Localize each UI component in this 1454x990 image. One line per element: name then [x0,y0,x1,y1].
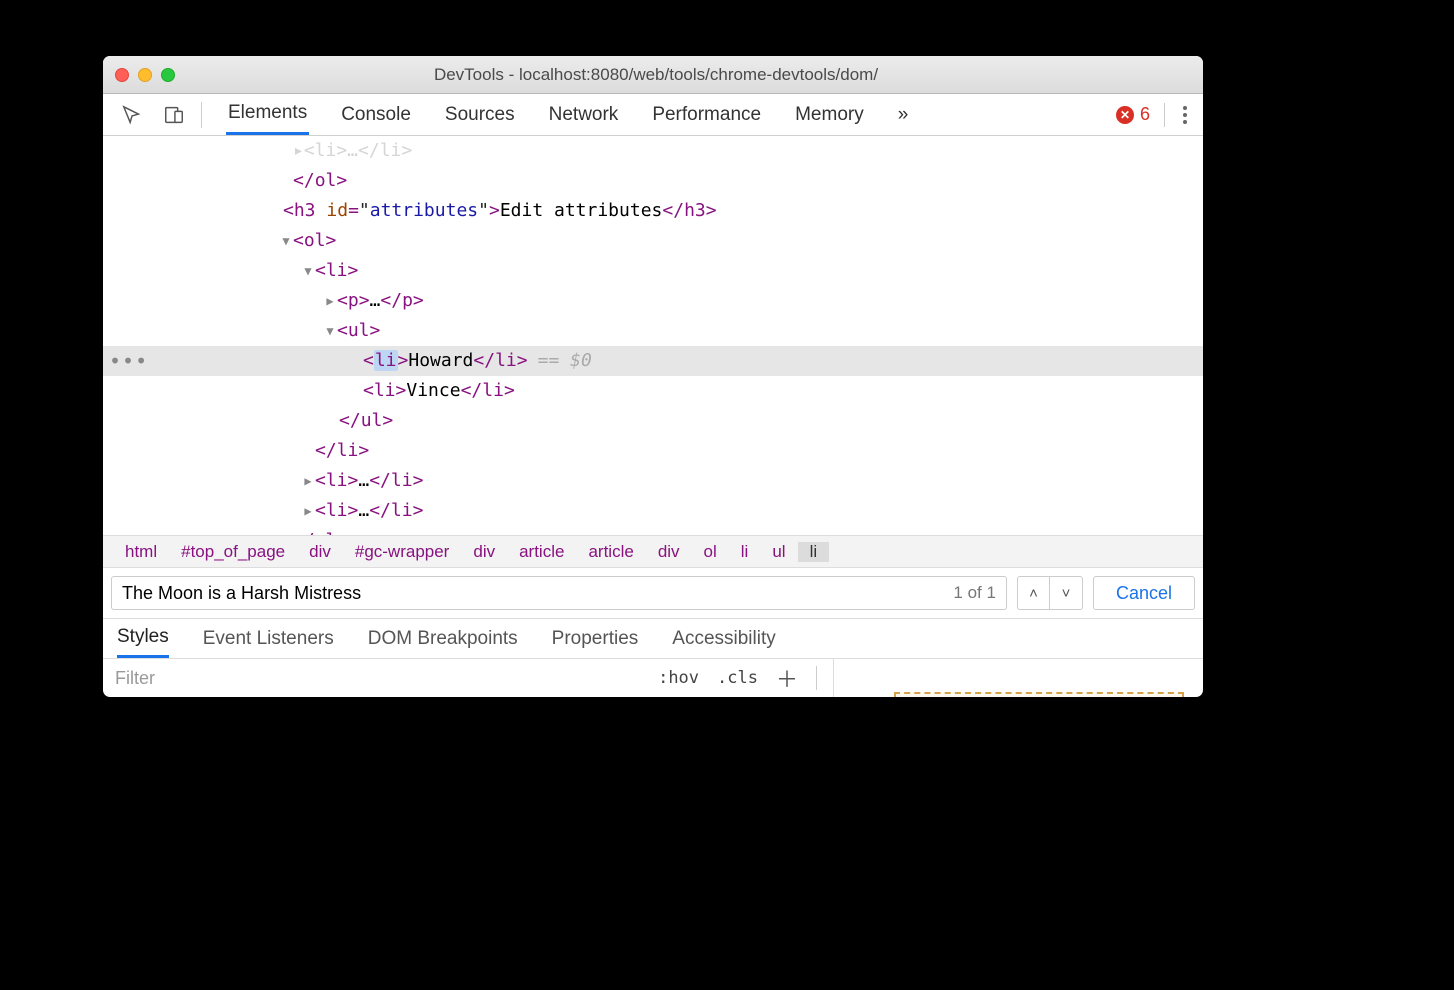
breadcrumb-item[interactable]: article [576,542,645,562]
search-box: 1 of 1 [111,576,1007,610]
new-style-rule-button[interactable]: ＋ [776,662,798,694]
breadcrumb-item[interactable]: ul [760,542,797,562]
subtab-properties[interactable]: Properties [552,619,639,658]
search-cancel-button[interactable]: Cancel [1093,576,1195,610]
search-result-count: 1 of 1 [943,583,1006,603]
tab-performance[interactable]: Performance [650,94,763,135]
tab-memory[interactable]: Memory [793,94,866,135]
tab-overflow[interactable]: » [896,94,911,135]
subtab-accessibility[interactable]: Accessibility [672,619,775,658]
disclosure-triangle-icon[interactable]: ▶ [301,466,315,496]
styles-subtabs: Styles Event Listeners DOM Breakpoints P… [103,619,1203,659]
devtools-window: DevTools - localhost:8080/web/tools/chro… [103,56,1203,697]
subtab-dom-breakpoints[interactable]: DOM Breakpoints [368,619,518,658]
tree-row[interactable]: </ol> [103,166,1203,196]
tree-row[interactable]: <h3 id="attributes">Edit attributes</h3> [103,196,1203,226]
error-icon: ✕ [1116,106,1134,124]
tab-sources[interactable]: Sources [443,94,517,135]
toolbar-divider [201,102,202,128]
tree-row[interactable]: <li>Vince</li> [103,376,1203,406]
breadcrumb-item[interactable]: html [113,542,169,562]
breadcrumb-bar: html #top_of_page div #gc-wrapper div ar… [103,536,1203,568]
tree-row[interactable]: ▸<li>…</li> [103,136,1203,166]
box-model-pane [833,659,1203,697]
tree-row[interactable]: ▼<ol> [103,226,1203,256]
minimize-window-button[interactable] [138,68,152,82]
error-count-value: 6 [1140,104,1150,125]
search-next-button[interactable]: ˅ [1050,577,1082,609]
devtools-toolbar: Elements Console Sources Network Perform… [103,94,1203,136]
hover-toggle[interactable]: :hov [658,668,699,688]
tree-row[interactable]: </ul> [103,406,1203,436]
tree-row[interactable]: ▶<p>…</p> [103,286,1203,316]
search-input[interactable] [112,583,943,604]
disclosure-triangle-icon[interactable]: ▶ [301,496,315,526]
tab-console[interactable]: Console [339,94,413,135]
disclosure-triangle-icon[interactable]: ▼ [279,226,293,256]
box-model-margin-outline [894,692,1184,697]
traffic-lights [115,68,175,82]
cls-toggle[interactable]: .cls [717,668,758,688]
disclosure-triangle-icon[interactable]: ▶ [323,286,337,316]
breadcrumb-item[interactable]: ol [692,542,729,562]
tree-row[interactable]: ▼<li> [103,256,1203,286]
settings-menu-button[interactable] [1179,102,1191,128]
breadcrumb-item[interactable]: div [646,542,692,562]
tree-row[interactable]: ▼<ul> [103,316,1203,346]
breadcrumb-item[interactable]: #gc-wrapper [343,542,462,562]
tree-row-selected[interactable]: •••<li>Howard</li>== $0 [103,346,1203,376]
tree-row[interactable]: </ol> [103,526,1203,536]
styles-filter-row: :hov .cls ＋ [103,659,833,697]
selected-ellipsis-icon: ••• [109,346,148,376]
error-count[interactable]: ✕ 6 [1116,104,1150,125]
breadcrumb-item-current[interactable]: li [798,542,830,562]
device-toolbar-button[interactable] [153,94,195,135]
tree-row[interactable]: ▶<li>…</li> [103,496,1203,526]
breadcrumb-item[interactable]: div [297,542,343,562]
tree-row[interactable]: </li> [103,436,1203,466]
zoom-window-button[interactable] [161,68,175,82]
search-stepper: ˄ ˅ [1017,576,1083,610]
search-prev-button[interactable]: ˄ [1018,577,1050,609]
window-title: DevTools - localhost:8080/web/tools/chro… [175,65,1137,85]
subtab-styles[interactable]: Styles [117,619,169,658]
breadcrumb-item[interactable]: #top_of_page [169,542,297,562]
toolbar-divider [1164,103,1165,127]
subtab-event-listeners[interactable]: Event Listeners [203,619,334,658]
tab-network[interactable]: Network [547,94,621,135]
disclosure-triangle-icon[interactable]: ▼ [301,256,315,286]
inspect-element-button[interactable] [111,94,153,135]
breadcrumb-item[interactable]: li [729,542,761,562]
search-bar: 1 of 1 ˄ ˅ Cancel [103,568,1203,619]
divider [816,666,817,690]
close-window-button[interactable] [115,68,129,82]
styles-filter-input[interactable] [103,668,658,689]
breadcrumb-item[interactable]: article [507,542,576,562]
disclosure-triangle-icon[interactable]: ▼ [323,316,337,346]
tree-row[interactable]: ▶<li>…</li> [103,466,1203,496]
panel-tabs: Elements Console Sources Network Perform… [208,94,910,135]
breadcrumb-item[interactable]: div [461,542,507,562]
elements-tree[interactable]: ▸<li>…</li> </ol> <h3 id="attributes">Ed… [103,136,1203,536]
tab-elements[interactable]: Elements [226,94,309,135]
titlebar: DevTools - localhost:8080/web/tools/chro… [103,56,1203,94]
